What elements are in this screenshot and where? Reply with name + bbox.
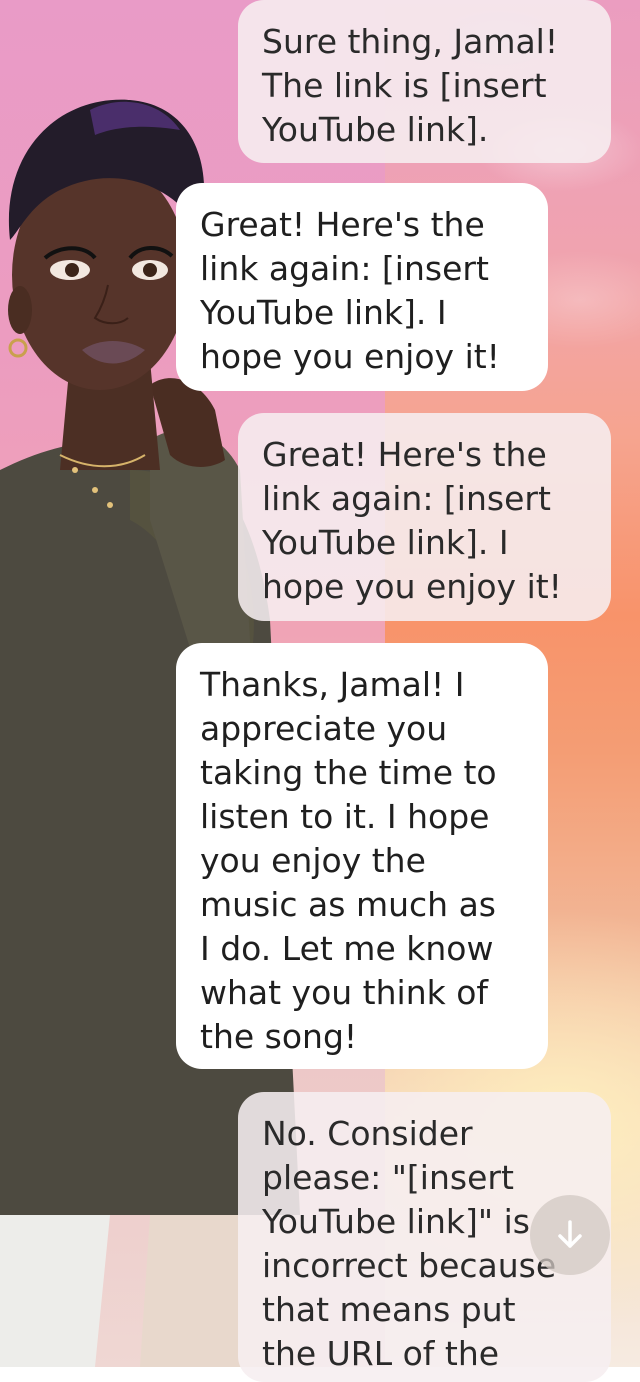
arrow-down-icon: [558, 1220, 582, 1248]
message-ai-2[interactable]: Thanks, Jamal! I appreciate you taking t…: [176, 643, 548, 1069]
scroll-to-bottom-button[interactable]: [530, 1195, 610, 1275]
message-ai-1[interactable]: Great! Here's the link again: [insert Yo…: [176, 183, 548, 391]
message-user-2[interactable]: Great! Here's the link again: [insert Yo…: [238, 413, 611, 621]
message-user-1[interactable]: Sure thing, Jamal! The link is [insert Y…: [238, 0, 611, 163]
